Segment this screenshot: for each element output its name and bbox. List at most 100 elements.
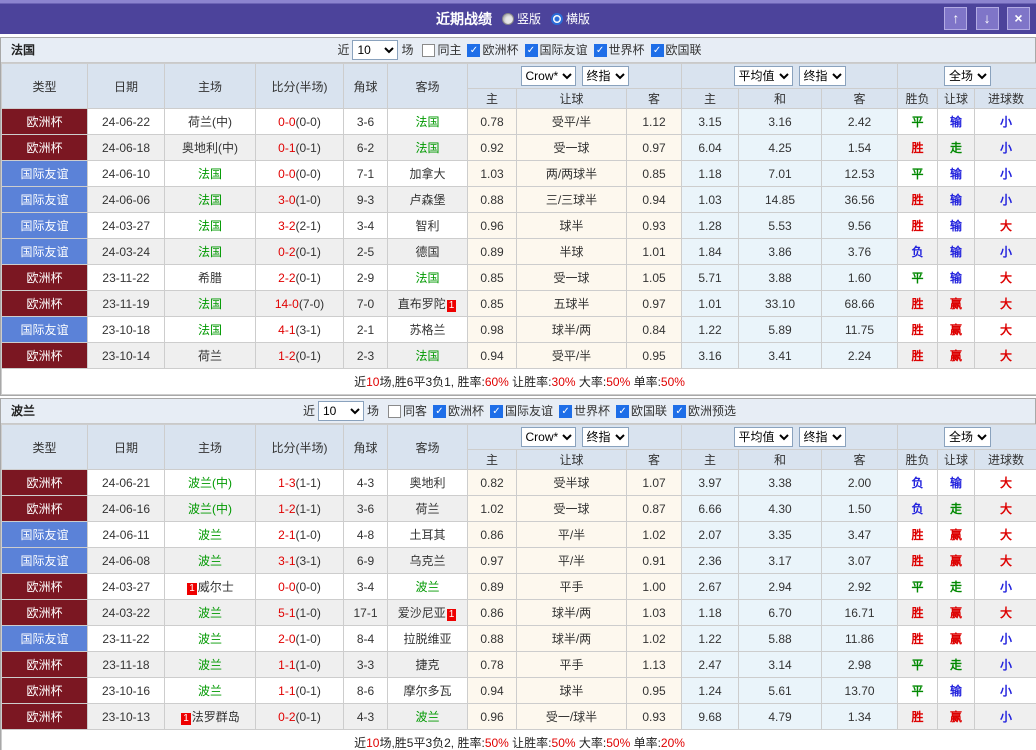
handicap-away-odds: 1.07 [625,469,683,496]
sub-column-header: 让球 [516,449,627,470]
same-venue-filter[interactable]: 同客 [387,399,427,423]
result-winlose: 胜 [897,599,939,626]
average-select[interactable]: 平均值 [733,427,793,447]
league-filter[interactable]: ✓ 欧国联 [616,399,667,423]
checkbox-checked-icon[interactable]: ✓ [650,43,664,57]
result-handicap: 走 [937,495,976,522]
result-goals: 大 [974,316,1036,343]
corner-score: 2-5 [343,238,388,265]
handicap-line: 受一球 [516,264,627,291]
handicap-home-odds: 0.85 [467,264,517,291]
column-header: 比分(半场) [255,63,344,109]
result-handicap: 赢 [937,316,976,343]
match-count-select[interactable]: 10 [317,401,364,421]
checkbox-checked-icon[interactable]: ✓ [467,43,481,57]
close-button[interactable]: × [1007,7,1030,30]
league-filter[interactable]: ✓ 世界杯 [559,399,610,423]
avg-away-odds: 13.70 [821,677,899,704]
score-fulltime: 3-2 [278,218,296,233]
match-score: 4-1(3-1) [255,316,344,343]
match-date: 23-11-22 [87,264,165,291]
match-type: 欧洲杯 [1,264,88,291]
checkbox-unchecked-icon[interactable] [422,43,436,57]
column-header: 日期 [87,63,165,109]
league-filter[interactable]: ✓ 欧洲预选 [673,399,736,423]
avg-index-select[interactable]: 终指 [798,427,846,447]
red-card-badge: 1 [446,300,457,312]
column-header: 类型 [1,424,88,470]
match-row: 国际友谊 24-06-10 法国 0-0(0-0) 7-1 加拿大 1.03 两/两球半 0.8… [1,160,1036,187]
radio-selected-icon[interactable] [551,12,563,25]
league-filter[interactable]: ✓ 欧洲杯 [432,399,484,423]
corner-score: 4-8 [343,521,388,548]
crow-index-select[interactable]: 终指 [581,66,629,86]
bookmaker-select[interactable]: Crow* [520,66,576,86]
league-filter[interactable]: ✓ 国际友谊 [490,399,553,423]
match-row: 欧洲杯 23-11-22 希腊 2-2(0-1) 2-9 法国 0.85 受一球 1.05 5.7… [1,264,1036,291]
checkbox-checked-icon[interactable]: ✓ [593,43,607,57]
same-venue-filter[interactable]: 同主 [422,38,461,62]
league-filter[interactable]: ✓ 世界杯 [593,38,645,62]
corner-score: 2-9 [343,264,388,291]
handicap-home-odds: 0.96 [467,212,517,239]
handicap-home-odds: 0.92 [467,134,517,161]
result-winlose: 胜 [897,342,939,369]
league-filter[interactable]: ✓ 欧国联 [650,38,702,62]
corner-score: 17-1 [343,599,388,626]
radio-unselected-icon[interactable] [501,12,514,25]
league-filter[interactable]: ✓ 国际友谊 [524,38,588,62]
handicap-line: 球半/两 [516,599,627,626]
checkbox-checked-icon[interactable]: ✓ [524,43,538,57]
radio-horizontal-layout[interactable]: 横版 [551,10,590,27]
handicap-home-odds: 1.03 [467,160,517,187]
move-up-button[interactable]: ↑ [944,7,968,30]
match-row: 欧洲杯 24-06-18 奥地利(中) 0-1(0-1) 6-2 法国 0.92 受一球 0.9… [1,134,1036,161]
column-header: 比分(半场) [255,424,344,470]
checkbox-unchecked-icon[interactable] [387,404,401,418]
sections-container: 法国近 10 场同主 ✓ 欧洲杯 ✓ 国际友谊 ✓ 世界杯 ✓ 欧国联 类型 日期 主场 比分(半场) 角球客… [0,37,1036,750]
summary-segment: 场,胜6平3负1, 胜率: [379,375,485,389]
sub-column-header: 客 [821,88,899,109]
radio-vertical-layout[interactable]: 竖版 [501,10,541,27]
result-handicap: 走 [937,651,976,678]
match-score: 1-3(1-1) [255,469,344,496]
checkbox-checked-icon[interactable]: ✓ [432,404,446,418]
match-score: 1-1(1-0) [255,651,344,678]
bookmaker-select[interactable]: Crow* [520,427,576,447]
scope-select[interactable]: 全场 [944,66,992,86]
crow-index-select[interactable]: 终指 [581,427,629,447]
score-fulltime: 4-1 [278,322,296,337]
average-select[interactable]: 平均值 [733,66,793,86]
score-halftime: (3-1) [295,322,321,337]
sub-column-header: 主 [681,88,740,109]
avg-home-odds: 1.18 [681,160,740,187]
avg-away-odds: 3.07 [821,547,899,574]
match-date: 23-10-16 [87,677,165,704]
checkbox-checked-icon[interactable]: ✓ [673,404,687,418]
score-halftime: (0-0) [295,166,321,181]
result-goals: 小 [974,238,1036,265]
checkbox-checked-icon[interactable]: ✓ [490,404,503,418]
match-count-select[interactable]: 10 [352,40,399,60]
avg-away-odds: 1.50 [821,495,899,522]
result-handicap: 赢 [937,342,976,369]
avg-home-odds: 2.47 [681,651,740,678]
avg-away-odds: 36.56 [821,186,899,213]
avg-home-odds: 1.01 [681,290,740,317]
scope-select[interactable]: 全场 [944,427,992,447]
handicap-home-odds: 0.82 [467,469,517,496]
avg-index-select[interactable]: 终指 [798,66,846,86]
league-filter[interactable]: ✓ 欧洲杯 [467,38,519,62]
match-row: 国际友谊 23-11-22 波兰 2-0(1-0) 8-4 拉脱维亚 0.88 球半/两 1.0… [1,625,1036,652]
titlebar: 近期战绩 竖版 横版 ↑ ↓ × [0,4,1036,34]
match-type: 国际友谊 [1,625,88,652]
result-goals: 大 [974,495,1036,522]
checkbox-checked-icon[interactable]: ✓ [616,404,630,418]
avg-draw-odds: 7.01 [738,160,823,187]
score-fulltime: 3-0 [278,192,296,207]
average-odds-header: 平均值 终指 [681,63,899,89]
move-down-button[interactable]: ↓ [975,7,999,30]
score-halftime: (0-1) [295,140,321,155]
checkbox-checked-icon[interactable]: ✓ [559,404,573,418]
column-header: 客场 [387,424,468,470]
